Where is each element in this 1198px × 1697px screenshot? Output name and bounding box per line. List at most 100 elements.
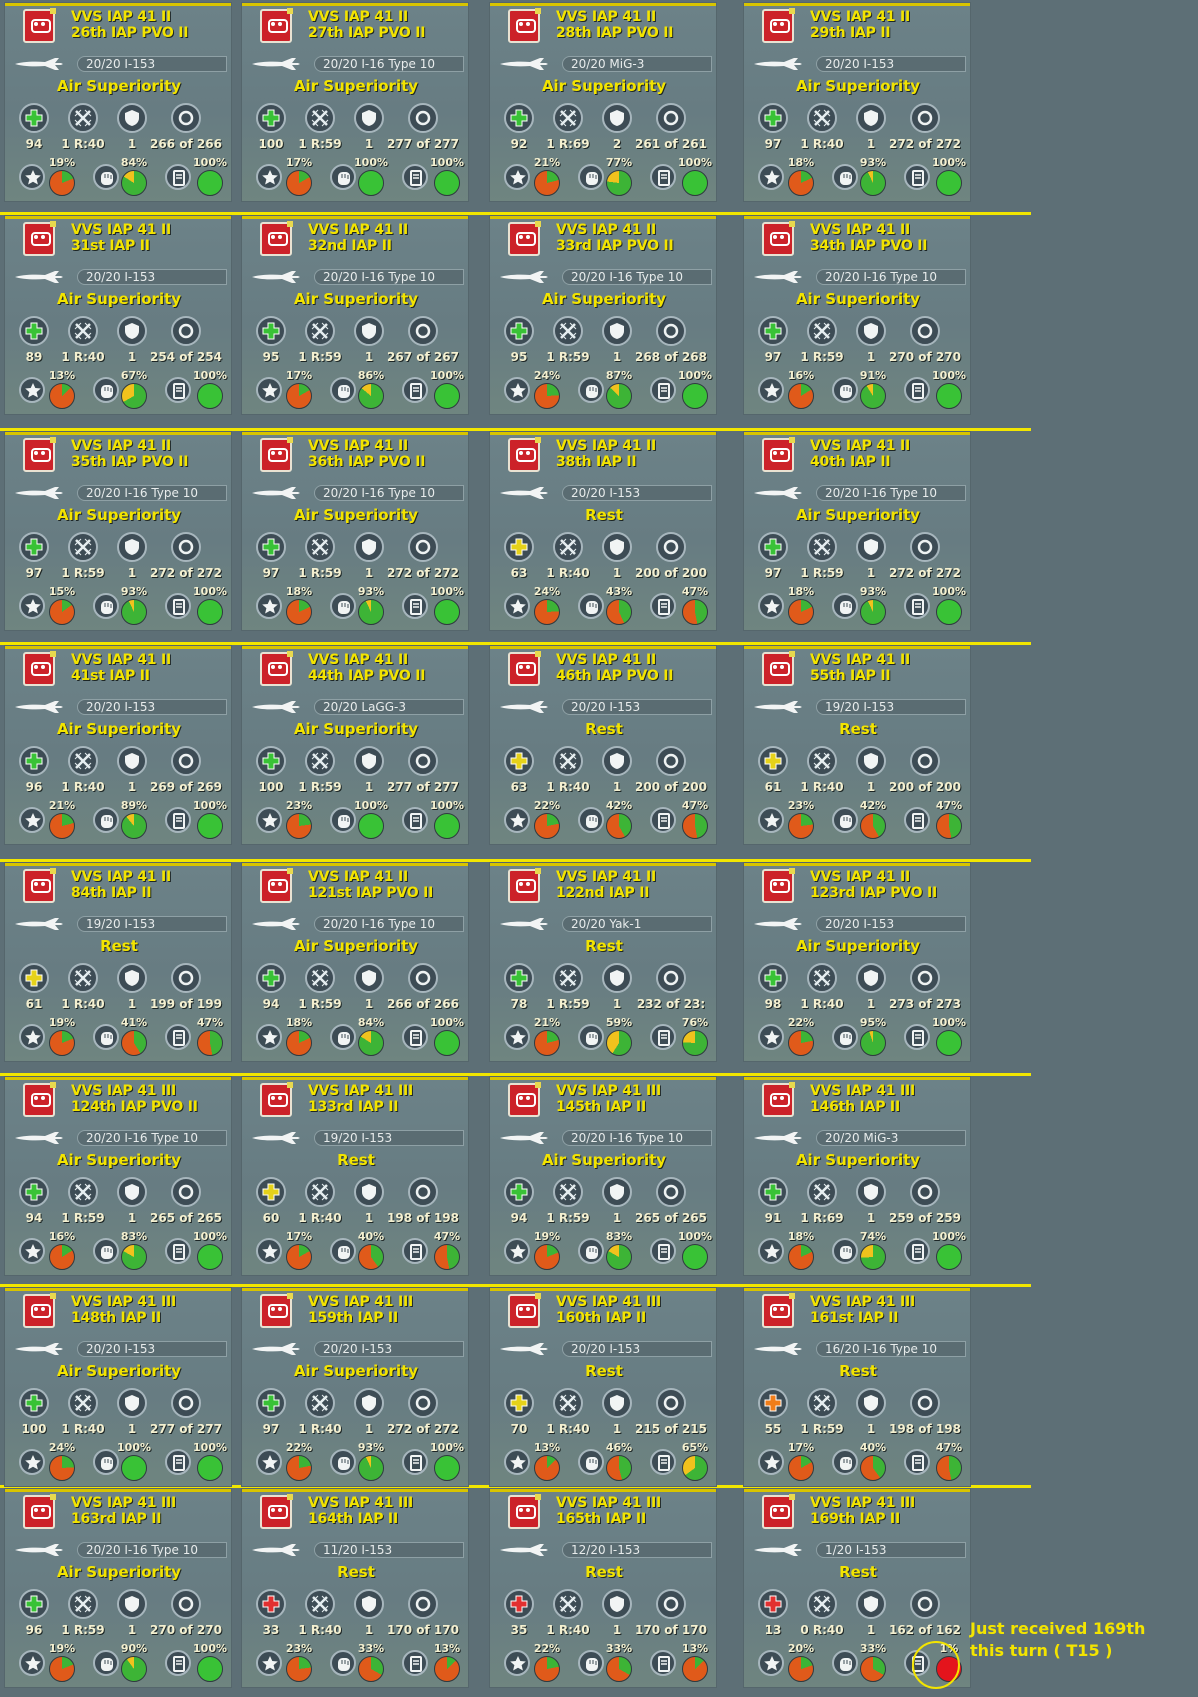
canister-icon[interactable] [402, 1650, 428, 1676]
mission-label[interactable]: Air Superiority [242, 290, 468, 308]
fist-icon[interactable] [93, 1238, 119, 1264]
crossed-swords-icon[interactable] [68, 316, 98, 346]
canister-icon[interactable] [165, 377, 191, 403]
ring-icon[interactable] [656, 1388, 686, 1418]
shield-icon[interactable] [117, 316, 147, 346]
fist-icon[interactable] [578, 1024, 604, 1050]
mission-label[interactable]: Air Superiority [744, 77, 970, 95]
mission-label[interactable]: Rest [5, 937, 231, 955]
mission-label[interactable]: Rest [744, 720, 970, 738]
crossed-swords-icon[interactable] [305, 1589, 335, 1619]
star-icon[interactable] [504, 377, 530, 403]
unit-card[interactable]: VVS IAP 41 III 159th IAP II 20/20 I-153 Air… [241, 1287, 469, 1487]
mission-label[interactable]: Air Superiority [490, 1151, 716, 1169]
crossed-swords-icon[interactable] [68, 532, 98, 562]
canister-icon[interactable] [165, 807, 191, 833]
shield-icon[interactable] [856, 532, 886, 562]
star-icon[interactable] [758, 1024, 784, 1050]
mission-label[interactable]: Rest [490, 720, 716, 738]
plus-icon[interactable] [504, 963, 534, 993]
shield-icon[interactable] [354, 103, 384, 133]
canister-icon[interactable] [165, 1449, 191, 1475]
ring-icon[interactable] [910, 1589, 940, 1619]
unit-card[interactable]: VVS IAP 41 II 46th IAP PVO II 20/20 I-153 R… [489, 645, 717, 845]
canister-icon[interactable] [650, 1449, 676, 1475]
ring-icon[interactable] [910, 1388, 940, 1418]
plus-icon[interactable] [256, 532, 286, 562]
shield-icon[interactable] [856, 1388, 886, 1418]
fist-icon[interactable] [578, 1238, 604, 1264]
plus-icon[interactable] [758, 746, 788, 776]
unit-card[interactable]: VVS IAP 41 II 41st IAP II 20/20 I-153 Air S… [4, 645, 232, 845]
canister-icon[interactable] [904, 1449, 930, 1475]
ring-icon[interactable] [408, 316, 438, 346]
star-icon[interactable] [256, 1024, 282, 1050]
unit-card[interactable]: VVS IAP 41 III 133rd IAP II 19/20 I-153 Res… [241, 1076, 469, 1276]
star-icon[interactable] [256, 1650, 282, 1676]
mission-label[interactable]: Air Superiority [744, 1151, 970, 1169]
mission-label[interactable]: Air Superiority [5, 77, 231, 95]
shield-icon[interactable] [117, 1388, 147, 1418]
fist-icon[interactable] [578, 377, 604, 403]
star-icon[interactable] [504, 164, 530, 190]
fist-icon[interactable] [832, 377, 858, 403]
canister-icon[interactable] [904, 164, 930, 190]
plus-icon[interactable] [256, 103, 286, 133]
star-icon[interactable] [256, 807, 282, 833]
shield-icon[interactable] [354, 963, 384, 993]
unit-card[interactable]: VVS IAP 41 II 123rd IAP PVO II 20/20 I-153… [743, 862, 971, 1062]
crossed-swords-icon[interactable] [553, 746, 583, 776]
plus-icon[interactable] [19, 963, 49, 993]
mission-label[interactable]: Air Superiority [242, 937, 468, 955]
canister-icon[interactable] [650, 807, 676, 833]
crossed-swords-icon[interactable] [807, 1177, 837, 1207]
plus-icon[interactable] [19, 316, 49, 346]
crossed-swords-icon[interactable] [305, 746, 335, 776]
mission-label[interactable]: Rest [490, 506, 716, 524]
mission-label[interactable]: Air Superiority [5, 506, 231, 524]
crossed-swords-icon[interactable] [807, 103, 837, 133]
star-icon[interactable] [19, 1449, 45, 1475]
plus-icon[interactable] [256, 1589, 286, 1619]
unit-card[interactable]: VVS IAP 41 II 55th IAP II 19/20 I-153 Rest 6… [743, 645, 971, 845]
mission-label[interactable]: Air Superiority [242, 506, 468, 524]
crossed-swords-icon[interactable] [68, 103, 98, 133]
mission-label[interactable]: Air Superiority [744, 290, 970, 308]
plus-icon[interactable] [758, 1589, 788, 1619]
ring-icon[interactable] [656, 532, 686, 562]
plus-icon[interactable] [758, 1177, 788, 1207]
unit-card[interactable]: VVS IAP 41 III 145th IAP II 20/20 I-16 Typ… [489, 1076, 717, 1276]
ring-icon[interactable] [171, 532, 201, 562]
fist-icon[interactable] [330, 164, 356, 190]
shield-icon[interactable] [856, 963, 886, 993]
crossed-swords-icon[interactable] [305, 1177, 335, 1207]
star-icon[interactable] [256, 377, 282, 403]
canister-icon[interactable] [904, 593, 930, 619]
fist-icon[interactable] [832, 1650, 858, 1676]
mission-label[interactable]: Air Superiority [5, 720, 231, 738]
unit-card[interactable]: VVS IAP 41 II 121st IAP PVO II 20/20 I-16 … [241, 862, 469, 1062]
plus-icon[interactable] [19, 532, 49, 562]
fist-icon[interactable] [330, 1024, 356, 1050]
mission-label[interactable]: Rest [242, 1563, 468, 1581]
unit-card[interactable]: VVS IAP 41 III 163rd IAP II 20/20 I-16 Typ… [4, 1488, 232, 1688]
unit-card[interactable]: VVS IAP 41 II 38th IAP II 20/20 I-153 Rest 6… [489, 431, 717, 631]
fist-icon[interactable] [93, 1449, 119, 1475]
ring-icon[interactable] [408, 1388, 438, 1418]
plus-icon[interactable] [256, 1177, 286, 1207]
shield-icon[interactable] [602, 316, 632, 346]
ring-icon[interactable] [656, 746, 686, 776]
ring-icon[interactable] [171, 1177, 201, 1207]
mission-label[interactable]: Rest [490, 937, 716, 955]
plus-icon[interactable] [256, 316, 286, 346]
shield-icon[interactable] [117, 1177, 147, 1207]
fist-icon[interactable] [330, 807, 356, 833]
mission-label[interactable]: Air Superiority [242, 720, 468, 738]
plus-icon[interactable] [758, 532, 788, 562]
shield-icon[interactable] [856, 1177, 886, 1207]
canister-icon[interactable] [402, 1449, 428, 1475]
plus-icon[interactable] [256, 1388, 286, 1418]
plus-icon[interactable] [504, 1589, 534, 1619]
fist-icon[interactable] [330, 1650, 356, 1676]
canister-icon[interactable] [904, 377, 930, 403]
